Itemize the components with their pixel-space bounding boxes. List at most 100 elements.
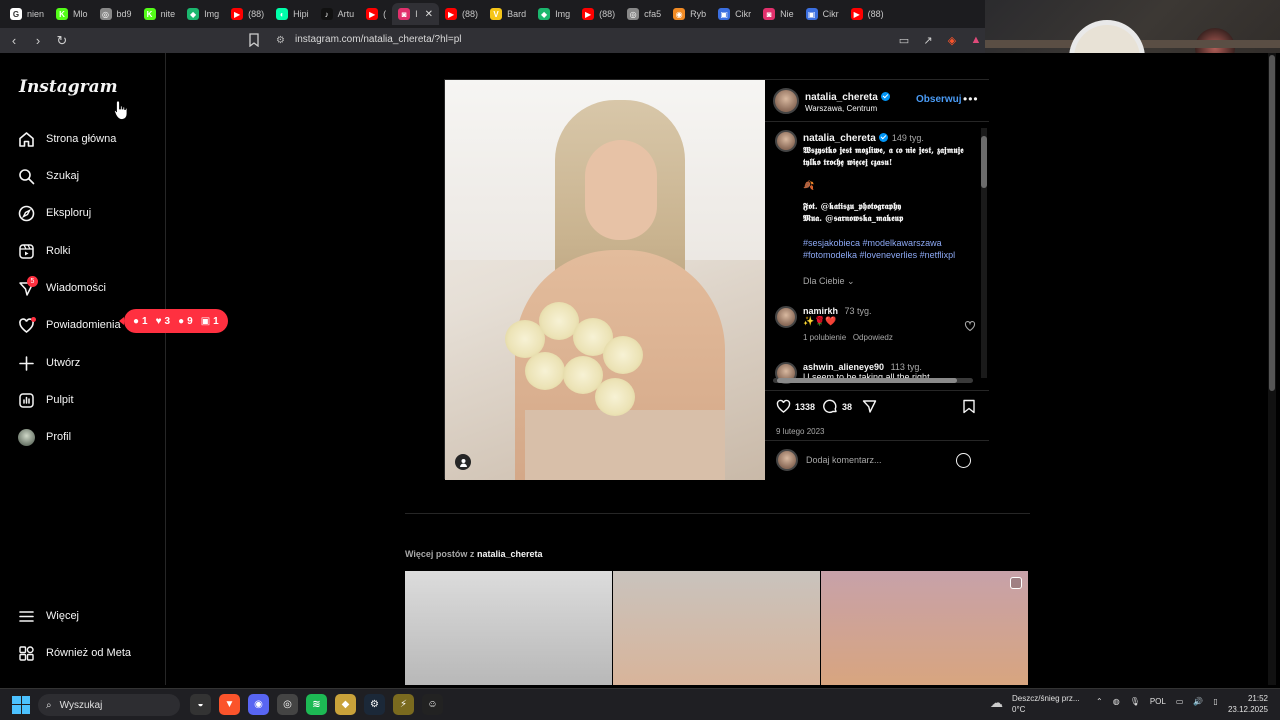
tag-icon: ▣	[200, 315, 211, 327]
save-button[interactable]	[962, 399, 976, 414]
instagram-logo[interactable]: Instagram	[19, 77, 118, 97]
network-icon[interactable]: ◍	[1113, 697, 1120, 706]
browser-tab[interactable]: Gnien	[4, 3, 50, 25]
chrome-icon[interactable]: ◎	[277, 694, 298, 715]
sidebar-item-dashboard[interactable]: Pulpit	[18, 386, 74, 414]
sidebar-item-notifications[interactable]: Powiadomienia	[18, 311, 121, 339]
browser-tab[interactable]: ▶(	[360, 3, 392, 25]
app-icon[interactable]: ⚡	[393, 694, 414, 715]
app-icon[interactable]: ◒	[190, 694, 211, 715]
reply-button[interactable]: Odpowiedz	[853, 333, 893, 342]
windows-start-icon[interactable]	[12, 695, 30, 714]
sidebar-item-search[interactable]: Szukaj	[18, 162, 79, 190]
volume-icon[interactable]: 🔊	[1193, 697, 1203, 706]
share-icon[interactable]: ↗	[920, 32, 936, 48]
browser-tab[interactable]: ▣ Cikr	[800, 3, 845, 25]
display-icon[interactable]: ▭	[1176, 697, 1184, 706]
sidebar-item-meta[interactable]: Również od Meta	[18, 639, 131, 667]
browser-tab[interactable]: ◎ bd9	[94, 3, 138, 25]
comments-scrollbar[interactable]	[981, 128, 987, 378]
clock[interactable]: 21:52 23.12.2025	[1228, 693, 1268, 715]
bookmark-icon[interactable]	[248, 33, 260, 47]
spotify-icon[interactable]: ≋	[306, 694, 327, 715]
caption-avatar[interactable]	[775, 130, 797, 152]
user-tag-icon[interactable]	[455, 454, 471, 470]
browser-tab[interactable]: ▶ (88)	[225, 3, 270, 25]
sidebar-item-reels[interactable]: Rolki	[18, 237, 70, 265]
browser-tab[interactable]: ◆ Img	[181, 3, 225, 25]
browser-tab[interactable]: ♪ Artu	[315, 3, 361, 25]
app-icon[interactable]: ◆	[335, 694, 356, 715]
discord-icon[interactable]: ◉	[248, 694, 269, 715]
battery-icon[interactable]: ▯	[1213, 697, 1217, 706]
browser-tab[interactable]: ◆ Img	[532, 3, 576, 25]
comments-hscrollbar[interactable]	[773, 378, 973, 383]
browser-tab[interactable]: ▶ (88)	[576, 3, 621, 25]
post-thumbnail[interactable]	[821, 571, 1028, 685]
chevron-up-icon[interactable]: ⌃	[1096, 697, 1103, 706]
browser-tab[interactable]: ◎ cfa5	[621, 3, 667, 25]
sidebar-item-create[interactable]: Utwórz	[18, 349, 80, 377]
comment-button[interactable]: 38	[823, 399, 852, 414]
post-thumbnail[interactable]	[405, 571, 612, 685]
like-button[interactable]: 1338	[776, 399, 815, 414]
weather-widget[interactable]: Deszcz/śnieg prz... 0°C	[1012, 693, 1080, 715]
site-settings-icon[interactable]: ⚙	[276, 35, 288, 46]
browser-tab[interactable]: ▣ Cikr	[712, 3, 757, 25]
browser-tab[interactable]: ◙ I ✕	[392, 3, 440, 25]
notifications-popup[interactable]: ● 1 ♥ 3 ● 9 ▣ 1	[119, 309, 228, 333]
browser-tab[interactable]: ▶ (88)	[439, 3, 484, 25]
brave-shield-icon[interactable]: ◈	[944, 32, 960, 48]
tab-label: Artu	[337, 9, 355, 19]
forward-icon[interactable]: ›	[28, 31, 48, 51]
app-icon[interactable]: ☺	[422, 694, 443, 715]
commenter-username[interactable]: namirkh	[803, 306, 838, 316]
sidebar-item-home[interactable]: Strona główna	[18, 125, 116, 153]
commenter-avatar[interactable]	[775, 306, 797, 328]
brave-rewards-icon[interactable]: ▲	[968, 32, 984, 48]
tab-label: nien	[27, 9, 45, 19]
browser-tab[interactable]: ▶ (88)	[845, 3, 890, 25]
sidebar-item-messages[interactable]: 5 Wiadomości	[18, 274, 106, 302]
post-photo[interactable]	[445, 80, 765, 480]
caption-hashtags[interactable]: #sesjakobieca #modelkawarszawa #fotomode…	[803, 237, 978, 261]
emoji-icon[interactable]	[956, 453, 971, 468]
browser-tab[interactable]: ◐ Hipi	[270, 3, 315, 25]
browser-tab[interactable]: K Mlo	[50, 3, 94, 25]
sidebar: Instagram Strona główna Szukaj Eksploruj…	[0, 53, 228, 685]
more-posts-username[interactable]: natalia_chereta	[477, 549, 543, 559]
brave-browser-icon[interactable]: ▼	[219, 694, 240, 715]
close-tab-icon[interactable]: ✕	[425, 9, 433, 20]
page-scrollbar[interactable]	[1268, 53, 1276, 685]
tab-label: Cikr	[822, 9, 839, 19]
commenter-username[interactable]: ashwin_alieneye90	[803, 362, 884, 372]
like-comment-icon[interactable]	[964, 320, 976, 332]
browser-tab[interactable]: ◉ Ryb	[667, 3, 712, 25]
reload-icon[interactable]: ↻	[52, 31, 72, 51]
taskbar-search[interactable]: ⌕ Wyszukaj	[38, 694, 180, 716]
back-icon[interactable]: ‹	[4, 31, 24, 51]
browser-tab[interactable]: Knite	[138, 3, 182, 25]
author-avatar[interactable]	[773, 88, 799, 114]
caption-username[interactable]: natalia_chereta	[803, 133, 876, 144]
cast-icon[interactable]: ▭	[896, 32, 912, 48]
more-options-icon[interactable]: •••	[963, 92, 979, 106]
share-button[interactable]	[862, 399, 877, 414]
follow-button[interactable]: Obserwuj	[916, 94, 962, 105]
for-you-label[interactable]: Dla Ciebie ⌄	[803, 275, 978, 287]
url-field[interactable]: instagram.com/natalia_chereta/?hl=pl	[295, 34, 461, 45]
browser-tab[interactable]: V Bard	[484, 3, 532, 25]
sidebar-item-profile[interactable]: Profil	[18, 423, 71, 451]
language-indicator[interactable]: POL	[1150, 697, 1166, 706]
sidebar-item-more[interactable]: Więcej	[18, 602, 79, 630]
sidebar-item-explore[interactable]: Eksploruj	[18, 199, 91, 227]
comment-likes[interactable]: 1 polubienie	[803, 333, 846, 342]
browser-tab[interactable]: ◙ Nie	[757, 3, 800, 25]
comment-input[interactable]: Dodaj komentarz...	[806, 455, 882, 465]
steam-icon[interactable]: ⚙	[364, 694, 385, 715]
author-username[interactable]: natalia_chereta	[805, 92, 878, 103]
post-location[interactable]: Warszawa, Centrum	[805, 103, 890, 114]
microphone-icon[interactable]: 🎙	[1130, 697, 1140, 706]
instagram-page: Instagram Strona główna Szukaj Eksploruj…	[0, 53, 1280, 685]
post-thumbnail[interactable]	[613, 571, 820, 685]
